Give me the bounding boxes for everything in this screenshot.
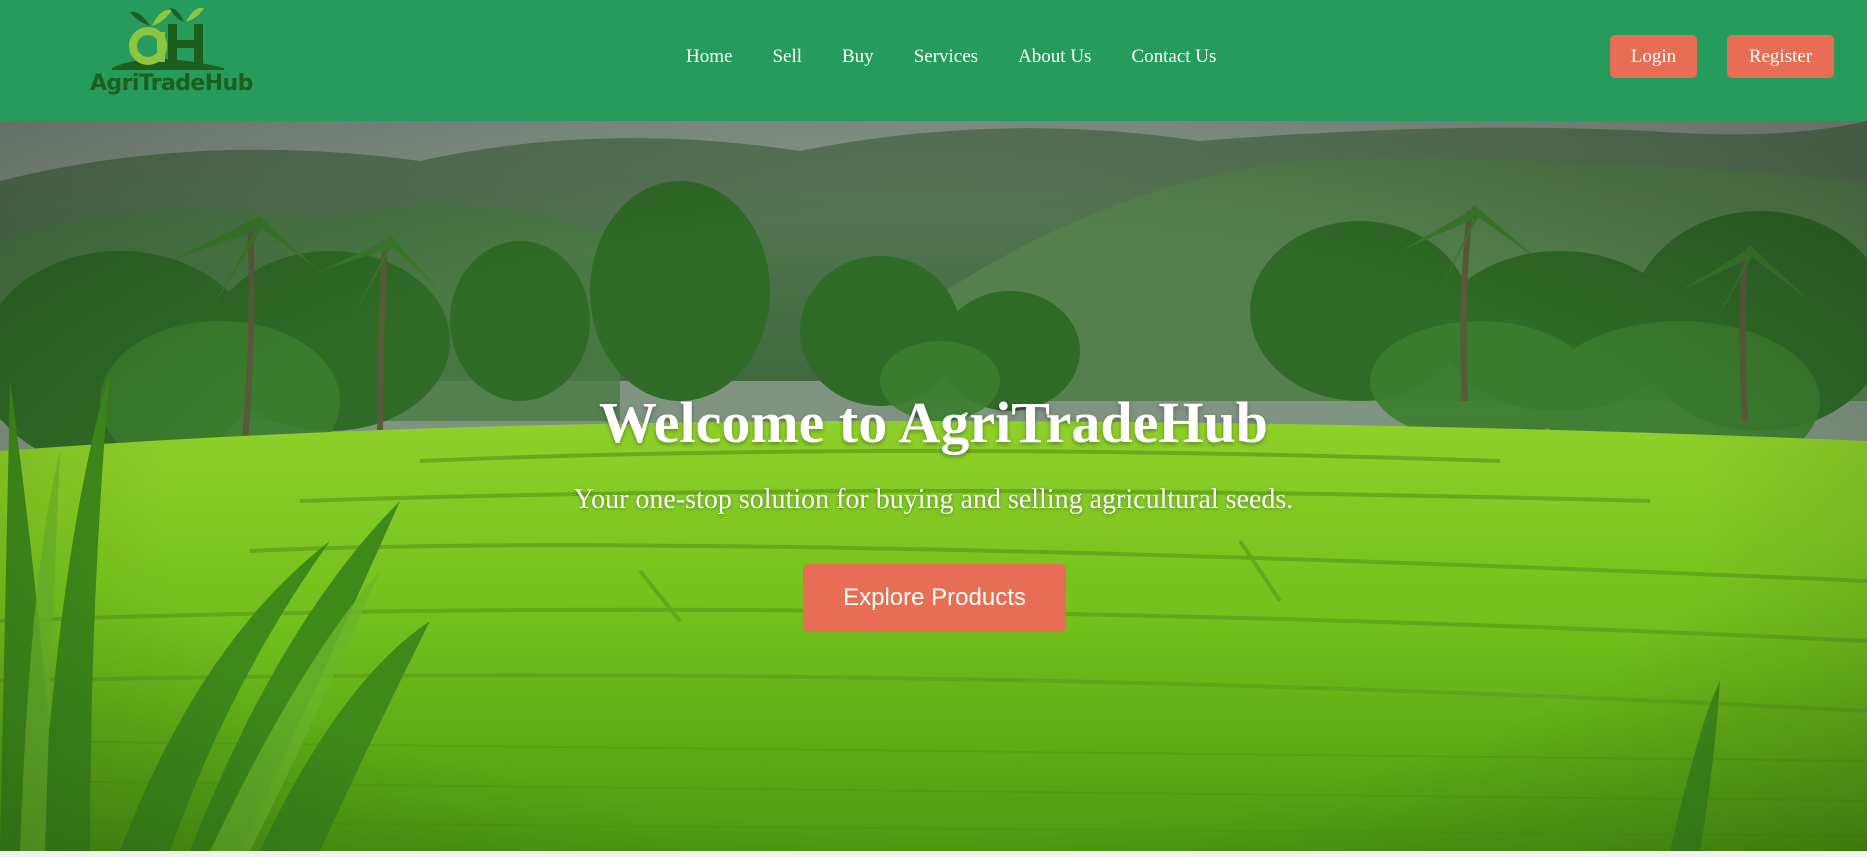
main-nav: Home Sell Buy Services About Us Contact …: [686, 44, 1216, 70]
site-header: AgriTradeHub Home Sell Buy Services Abou…: [0, 0, 1867, 121]
page-bottom-strip: [0, 851, 1867, 857]
hero-title: Welcome to AgriTradeHub: [598, 390, 1269, 455]
hero-section: Welcome to AgriTradeHub Your one-stop so…: [0, 121, 1867, 851]
logo[interactable]: AgriTradeHub: [88, 6, 253, 98]
nav-services[interactable]: Services: [914, 44, 978, 70]
logo-mark-icon: [112, 7, 224, 70]
nav-buy[interactable]: Buy: [842, 44, 874, 70]
login-button[interactable]: Login: [1610, 35, 1697, 78]
logo-text: AgriTradeHub: [90, 71, 253, 96]
nav-about-us[interactable]: About Us: [1018, 44, 1091, 70]
nav-home[interactable]: Home: [686, 44, 732, 70]
nav-sell[interactable]: Sell: [772, 44, 802, 70]
page: AgriTradeHub Home Sell Buy Services Abou…: [0, 0, 1867, 857]
explore-products-button[interactable]: Explore Products: [803, 564, 1066, 632]
hero-subtitle: Your one-stop solution for buying and se…: [573, 484, 1294, 515]
nav-contact-us[interactable]: Contact Us: [1131, 44, 1216, 70]
register-button[interactable]: Register: [1727, 35, 1834, 78]
